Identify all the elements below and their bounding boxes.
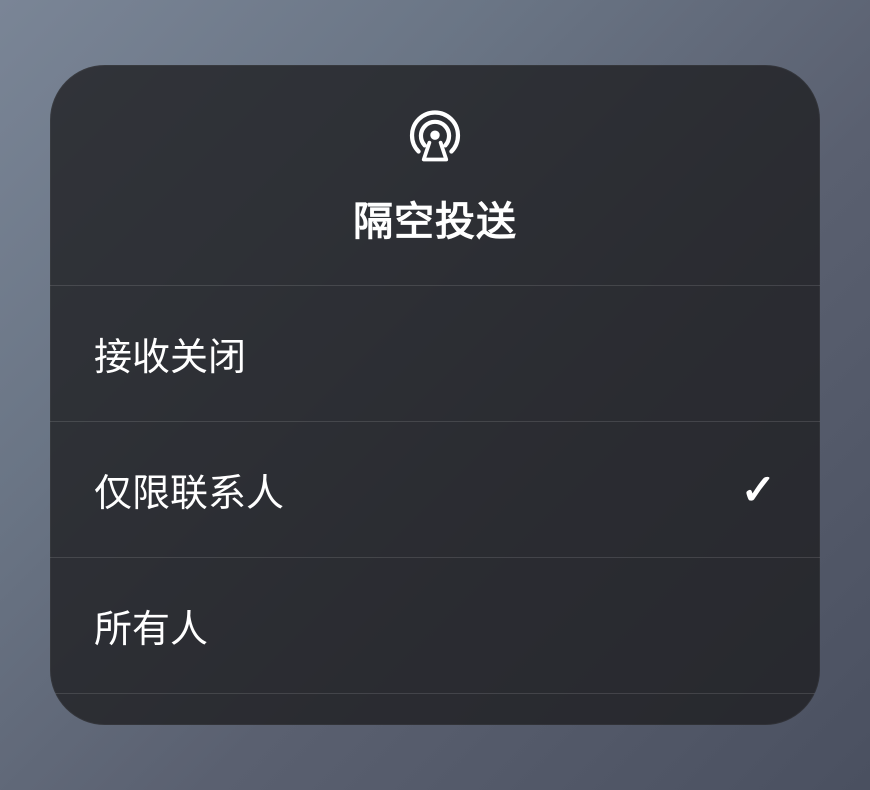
option-label: 接收关闭 [94, 326, 246, 381]
airdrop-title: 隔空投送 [353, 189, 517, 247]
option-label: 所有人 [94, 598, 208, 653]
airdrop-options: 接收关闭 ✓ 仅限联系人 ✓ 所有人 ✓ [50, 286, 820, 694]
airdrop-icon [405, 107, 465, 167]
option-contacts-only[interactable]: 仅限联系人 ✓ [50, 422, 820, 558]
option-receiving-off[interactable]: 接收关闭 ✓ [50, 286, 820, 422]
checkmark-icon: ✓ [741, 465, 776, 514]
option-label: 仅限联系人 [94, 462, 284, 517]
option-everyone[interactable]: 所有人 ✓ [50, 558, 820, 694]
airdrop-panel: 隔空投送 接收关闭 ✓ 仅限联系人 ✓ 所有人 ✓ [50, 65, 820, 725]
airdrop-header: 隔空投送 [50, 65, 820, 286]
